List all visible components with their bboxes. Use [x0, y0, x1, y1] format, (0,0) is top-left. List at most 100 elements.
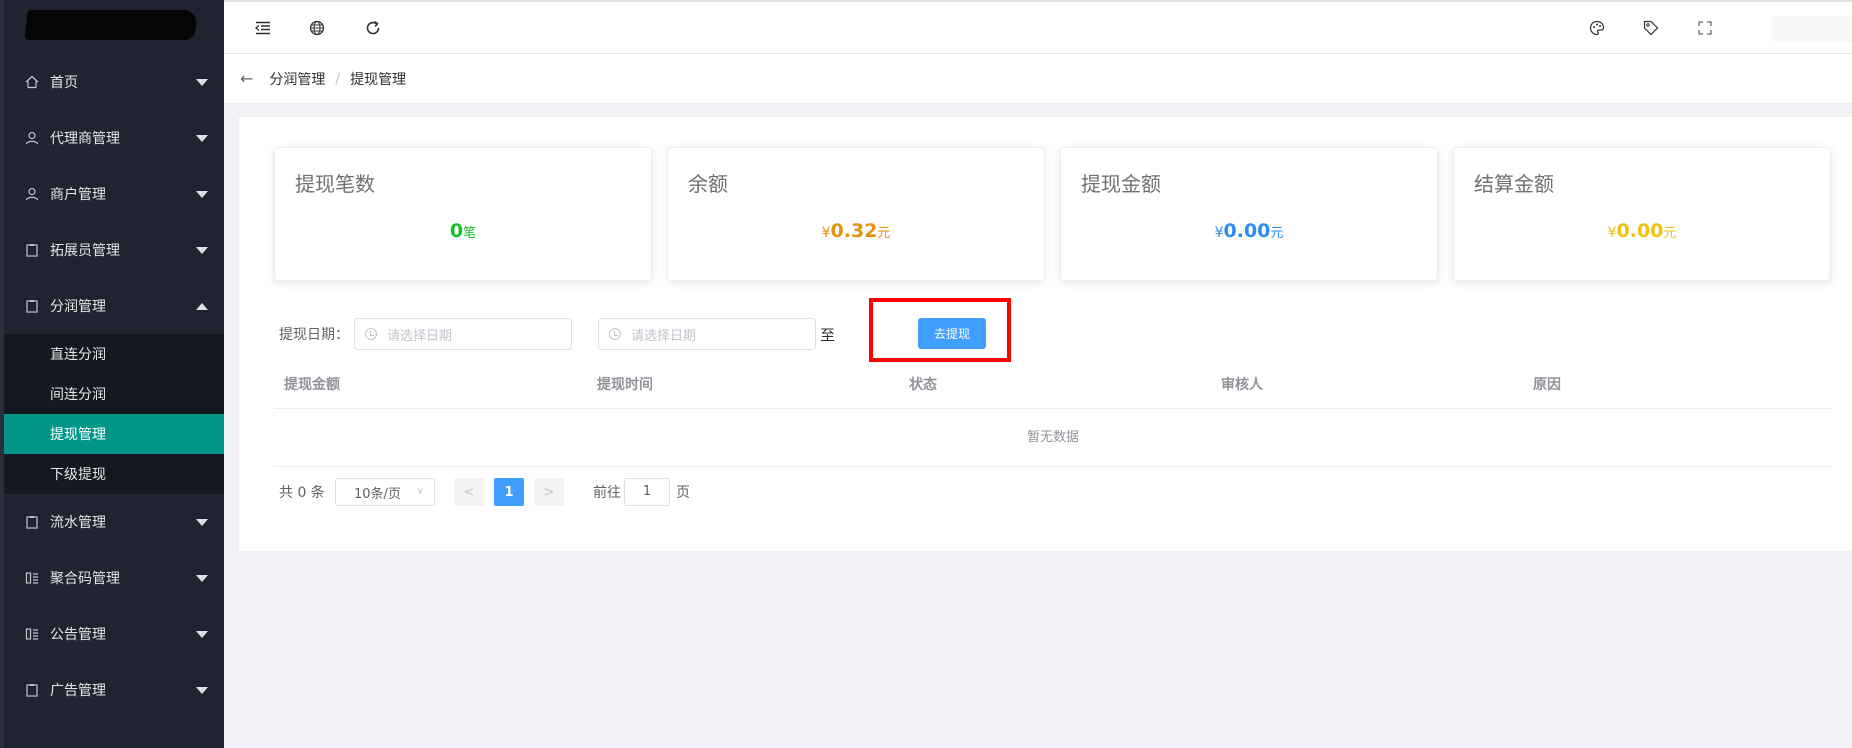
fullscreen-icon[interactable] [1694, 17, 1716, 39]
sidebar-item-merchants[interactable]: 商户管理 [4, 166, 224, 222]
breadcrumb-separator: / [335, 70, 341, 87]
caret-down-icon [196, 79, 208, 86]
withdraw-button[interactable]: 去提现 [918, 318, 986, 349]
page-size-select[interactable]: 10条/页 ∨ [335, 478, 435, 506]
withdraw-date-label: 提现日期： [279, 327, 349, 343]
submenu-profit-sharing: 直连分润 间连分润 提现管理 下级提现 [4, 334, 224, 494]
goto-page-input[interactable]: 1 [624, 478, 670, 506]
sidebar-subitem-sub-withdraw[interactable]: 下级提现 [4, 454, 224, 494]
breadcrumb: ← 分润管理 / 提现管理 [224, 54, 1852, 104]
column-header: 原因 [1533, 377, 1561, 393]
caret-down-icon [196, 631, 208, 638]
sidebar-item-label: 首页 [50, 75, 78, 91]
date-range-separator: 至 [820, 326, 836, 344]
stat-unit: 元 [877, 226, 891, 241]
stat-title: 提现笔数 [295, 172, 375, 196]
prev-page-button[interactable]: < [454, 478, 484, 506]
stat-unit: 元 [1663, 226, 1677, 241]
sidebar-item-label: 代理商管理 [50, 131, 120, 147]
sidebar-item-aggregate-code[interactable]: 聚合码管理 [4, 550, 224, 606]
user-icon [24, 186, 40, 202]
stat-card-withdraw-amount: 提现金额 ¥0.00元 [1060, 147, 1438, 281]
sidebar-item-home[interactable]: 首页 [4, 54, 224, 110]
column-header: 提现时间 [597, 377, 653, 393]
stat-card-settlement-amount: 结算金额 ¥0.00元 [1453, 147, 1831, 281]
column-header: 状态 [909, 377, 937, 393]
stat-number: 0 [449, 220, 464, 242]
stat-title: 余额 [688, 172, 728, 196]
sidebar-subitem-withdraw-management[interactable]: 提现管理 [4, 414, 224, 454]
column-header: 审核人 [1221, 377, 1263, 393]
breadcrumb-current: 提现管理 [350, 71, 407, 88]
stat-value: ¥0.32元 [668, 220, 1044, 242]
stat-unit: 笔 [463, 226, 477, 241]
clipboard-icon [24, 514, 40, 530]
stat-currency: ¥ [821, 225, 831, 241]
clock-icon [365, 328, 377, 340]
sidebar-item-label: 间连分润 [50, 387, 106, 403]
logo-redacted [24, 10, 198, 40]
palette-icon[interactable] [1586, 17, 1608, 39]
caret-down-icon [196, 519, 208, 526]
caret-down-icon [196, 135, 208, 142]
clipboard-icon [24, 242, 40, 258]
sidebar: 首页 代理商管理 商户管理 拓展员管理 分润管理 直连分润 间连分润 提现管理 … [0, 0, 224, 748]
refresh-icon[interactable] [362, 17, 384, 39]
sidebar-item-label: 提现管理 [50, 427, 106, 443]
stat-number: 0.00 [1616, 220, 1664, 242]
end-date-input[interactable]: 请选择日期 [598, 318, 816, 350]
user-icon [24, 130, 40, 146]
stat-currency: ¥ [1214, 225, 1224, 241]
next-page-button[interactable]: > [534, 478, 564, 506]
caret-up-icon [196, 303, 208, 310]
caret-down-icon [196, 247, 208, 254]
sidebar-item-label: 聚合码管理 [50, 571, 120, 587]
logo [4, 0, 224, 54]
caret-down-icon [196, 575, 208, 582]
main-content: 提现笔数 0笔 余额 ¥0.32元 提现金额 ¥0.00元 结算金额 ¥0.00… [239, 117, 1852, 551]
start-date-input[interactable]: 请选择日期 [354, 318, 572, 350]
globe-icon[interactable] [306, 17, 328, 39]
tag-icon[interactable] [1640, 17, 1662, 39]
user-menu-redacted[interactable] [1772, 16, 1852, 42]
sidebar-item-label: 拓展员管理 [50, 243, 120, 259]
goto-suffix: 页 [676, 485, 690, 501]
page-1-button[interactable]: 1 [494, 478, 524, 506]
stat-unit: 元 [1270, 226, 1284, 241]
columns-icon [24, 570, 40, 586]
sidebar-item-label: 分润管理 [50, 299, 106, 315]
home-icon [24, 74, 40, 90]
sidebar-item-agents[interactable]: 代理商管理 [4, 110, 224, 166]
goto-prefix: 前往 [593, 485, 621, 501]
sidebar-item-ads[interactable]: 广告管理 [4, 662, 224, 718]
sidebar-item-label: 广告管理 [50, 683, 106, 699]
sidebar-item-label: 公告管理 [50, 627, 106, 643]
caret-down-icon [196, 687, 208, 694]
start-date-placeholder: 请选择日期 [387, 328, 453, 344]
table-empty-text: 暂无数据 [274, 409, 1832, 467]
clipboard-icon [24, 682, 40, 698]
sidebar-item-label: 下级提现 [50, 467, 106, 483]
collapse-menu-icon[interactable] [252, 17, 274, 39]
columns-icon [24, 626, 40, 642]
end-date-placeholder: 请选择日期 [631, 328, 697, 344]
sidebar-subitem-direct-profit[interactable]: 直连分润 [4, 334, 224, 374]
chevron-down-icon: ∨ [416, 486, 424, 497]
sidebar-subitem-indirect-profit[interactable]: 间连分润 [4, 374, 224, 414]
breadcrumb-parent[interactable]: 分润管理 [269, 69, 325, 89]
sidebar-item-promoters[interactable]: 拓展员管理 [4, 222, 224, 278]
back-arrow-icon[interactable]: ← [240, 69, 253, 88]
stat-title: 结算金额 [1474, 172, 1554, 196]
sidebar-item-label: 直连分润 [50, 347, 106, 363]
page-size-value: 10条/页 [354, 486, 401, 502]
sidebar-item-transactions[interactable]: 流水管理 [4, 494, 224, 550]
stat-value: ¥0.00元 [1061, 220, 1437, 242]
clock-icon [609, 328, 621, 340]
sidebar-item-profit-sharing[interactable]: 分润管理 [4, 278, 224, 334]
column-header: 提现金额 [284, 377, 340, 393]
sidebar-item-announcements[interactable]: 公告管理 [4, 606, 224, 662]
pagination-total: 共 0 条 [279, 485, 325, 501]
stat-title: 提现金额 [1081, 172, 1161, 196]
top-header [224, 0, 1852, 54]
stat-value: ¥0.00元 [1454, 220, 1830, 242]
